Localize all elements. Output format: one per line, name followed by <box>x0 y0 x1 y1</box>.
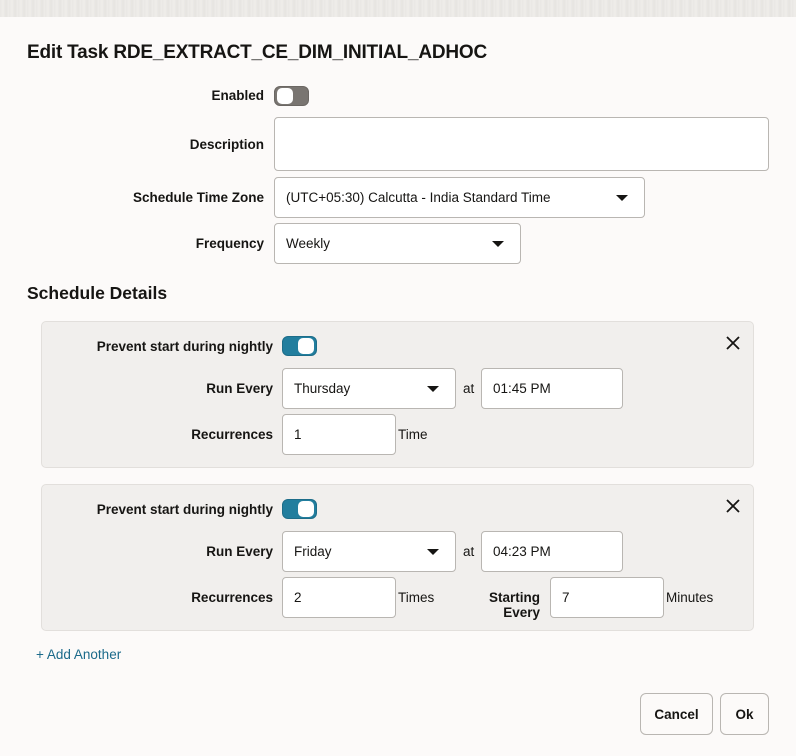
run-every-label: Run Every <box>206 544 273 559</box>
description-label: Description <box>189 137 264 152</box>
recurrences-label: Recurrences <box>191 427 273 442</box>
frequency-label: Frequency <box>195 236 264 251</box>
chevron-down-icon <box>427 385 439 392</box>
close-icon[interactable] <box>725 498 741 514</box>
time-input[interactable]: 01:45 PM <box>481 368 623 409</box>
recurrences-input[interactable]: 1 <box>282 414 396 455</box>
at-label: at <box>463 381 475 396</box>
run-every-select[interactable]: Friday <box>282 531 456 572</box>
recurrences-input[interactable]: 2 <box>282 577 396 618</box>
add-another-link[interactable]: + Add Another <box>36 647 121 662</box>
starting-every-label: Starting Every <box>488 590 540 620</box>
time-zone-value: (UTC+05:30) Calcutta - India Standard Ti… <box>286 190 551 205</box>
frequency-select[interactable]: Weekly <box>274 223 521 264</box>
time-zone-select[interactable]: (UTC+05:30) Calcutta - India Standard Ti… <box>274 177 645 218</box>
toggle-knob <box>277 88 293 104</box>
run-every-select[interactable]: Thursday <box>282 368 456 409</box>
close-icon[interactable] <box>725 335 741 351</box>
starting-every-unit: Minutes <box>666 590 714 605</box>
chevron-down-icon <box>616 194 628 201</box>
dialog-title: Edit Task RDE_EXTRACT_CE_DIM_INITIAL_ADH… <box>27 42 487 63</box>
recurrences-unit: Time <box>398 427 428 442</box>
time-input[interactable]: 04:23 PM <box>481 531 623 572</box>
toggle-knob <box>298 501 314 517</box>
schedule-panel: Prevent start during nightly Run Every T… <box>41 321 754 468</box>
cancel-button[interactable]: Cancel <box>640 693 713 735</box>
run-every-value: Thursday <box>294 381 351 396</box>
chevron-down-icon <box>427 548 439 555</box>
ok-button[interactable]: Ok <box>720 693 769 735</box>
prevent-nightly-toggle[interactable] <box>282 336 317 356</box>
frequency-value: Weekly <box>286 236 331 251</box>
at-label: at <box>463 544 475 559</box>
run-every-value: Friday <box>294 544 332 559</box>
schedule-details-heading: Schedule Details <box>27 283 168 303</box>
prevent-nightly-label: Prevent start during nightly <box>96 339 273 354</box>
prevent-nightly-label: Prevent start during nightly <box>96 502 273 517</box>
recurrences-unit: Times <box>398 590 435 605</box>
enabled-toggle[interactable] <box>274 86 309 106</box>
background-header-strip <box>0 0 796 17</box>
enabled-label: Enabled <box>211 88 264 103</box>
recurrences-label: Recurrences <box>191 590 273 605</box>
starting-every-input[interactable]: 7 <box>550 577 664 618</box>
description-input[interactable] <box>274 117 769 171</box>
run-every-label: Run Every <box>206 381 273 396</box>
toggle-knob <box>298 338 314 354</box>
time-zone-label: Schedule Time Zone <box>132 190 264 205</box>
chevron-down-icon <box>492 240 504 247</box>
schedule-panel: Prevent start during nightly Run Every F… <box>41 484 754 631</box>
prevent-nightly-toggle[interactable] <box>282 499 317 519</box>
